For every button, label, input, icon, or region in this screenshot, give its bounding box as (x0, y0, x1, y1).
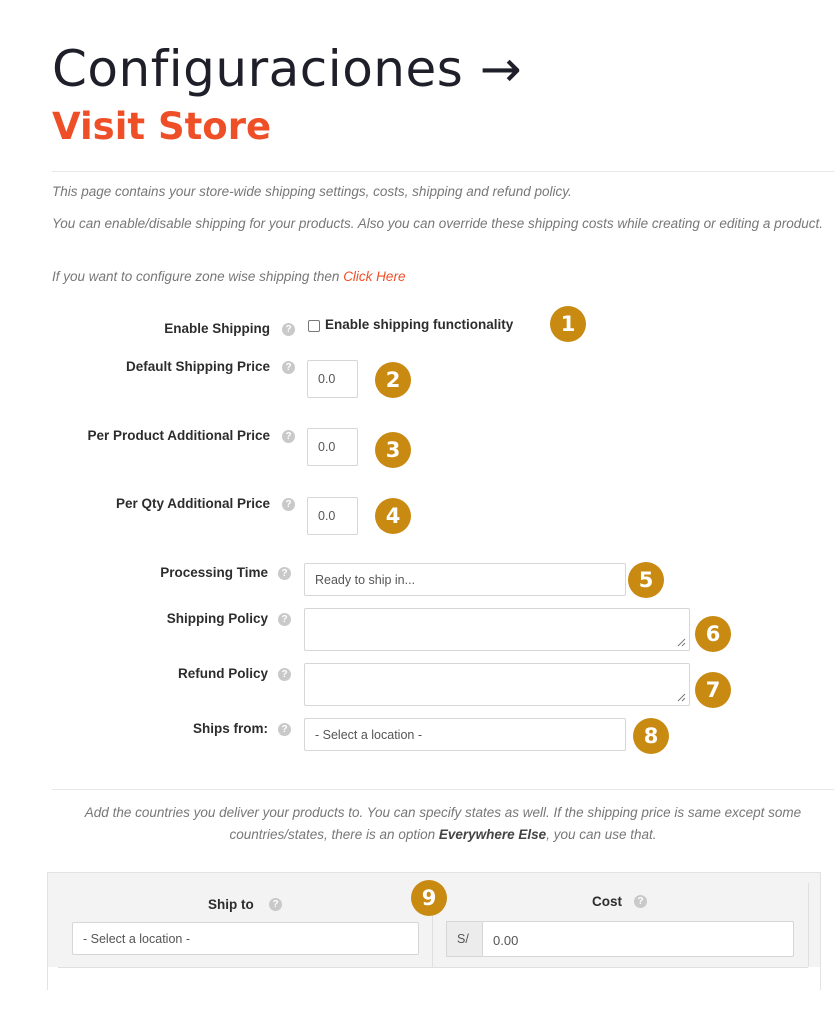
callout-badge-6: 6 (695, 616, 731, 652)
refund-policy-label: Refund Policy (177, 666, 268, 681)
processing-time-label: Processing Time (160, 565, 268, 580)
callout-badge-8: 8 (633, 718, 669, 754)
help-icon[interactable]: ? (278, 613, 291, 626)
help-icon[interactable]: ? (282, 498, 295, 511)
processing-time-input[interactable]: Ready to ship in... (304, 563, 626, 596)
divider (52, 789, 834, 790)
intro-line-3-text: If you want to configure zone wise shipp… (52, 269, 344, 284)
callout-badge-9: 9 (411, 880, 447, 916)
help-icon[interactable]: ? (278, 668, 291, 681)
currency-addon: S/ (446, 921, 482, 957)
help-icon[interactable]: ? (634, 895, 647, 908)
processing-time-placeholder: Ready to ship in... (315, 573, 416, 587)
note-text-2: , you can use that. (546, 827, 657, 842)
ships-from-select[interactable]: - Select a location - (304, 718, 626, 751)
shipping-countries-note: Add the countries you deliver your produ… (52, 802, 834, 846)
per-product-price-value: 0.0 (318, 440, 336, 454)
shipping-policy-label: Shipping Policy (166, 611, 268, 626)
help-icon[interactable]: ? (269, 898, 282, 911)
resize-handle-icon[interactable] (676, 692, 686, 702)
refund-policy-textarea[interactable] (304, 663, 690, 706)
shipping-policy-textarea[interactable] (304, 608, 690, 651)
cost-value: 0.00 (493, 933, 519, 948)
callout-badge-2: 2 (375, 362, 411, 398)
ship-to-select[interactable]: - Select a location - (72, 922, 419, 955)
arrow-right-icon: → (479, 40, 523, 98)
enable-shipping-checkbox-label[interactable]: Enable shipping functionality (325, 317, 513, 332)
ships-from-label: Ships from: (192, 721, 268, 736)
callout-badge-3: 3 (375, 432, 411, 468)
note-emphasis: Everywhere Else (438, 827, 547, 842)
callout-badge-4: 4 (375, 498, 411, 534)
default-shipping-price-input[interactable]: 0.0 (307, 360, 358, 398)
help-icon[interactable]: ? (282, 323, 295, 336)
per-product-price-input[interactable]: 0.0 (307, 428, 358, 466)
intro-line-1: This page contains your store-wide shipp… (52, 184, 572, 199)
help-icon[interactable]: ? (278, 567, 291, 580)
help-icon[interactable]: ? (282, 430, 295, 443)
ship-to-value: - Select a location - (83, 932, 190, 946)
resize-handle-icon[interactable] (676, 637, 686, 647)
per-qty-price-input[interactable]: 0.0 (307, 497, 358, 535)
callout-badge-1: 1 (550, 306, 586, 342)
column-divider (808, 883, 809, 967)
enable-shipping-label: Enable Shipping (164, 321, 270, 336)
table-footer (48, 967, 820, 991)
per-qty-price-label: Per Qty Additional Price (115, 496, 270, 511)
callout-badge-7: 7 (695, 672, 731, 708)
help-icon[interactable]: ? (278, 723, 291, 736)
page-title: Configuraciones → (52, 40, 522, 98)
per-product-price-label: Per Product Additional Price (87, 428, 270, 443)
visit-store-link[interactable]: Visit Store (52, 105, 271, 148)
cost-header: Cost (592, 894, 622, 909)
default-shipping-price-label: Default Shipping Price (125, 359, 270, 374)
divider (52, 171, 834, 172)
intro-line-2: You can enable/disable shipping for your… (52, 216, 823, 231)
currency-symbol: S/ (457, 932, 469, 946)
zone-shipping-link[interactable]: Click Here (343, 269, 405, 284)
intro-line-3: If you want to configure zone wise shipp… (52, 266, 832, 288)
page-title-text: Configuraciones (52, 40, 464, 98)
callout-badge-5: 5 (628, 562, 664, 598)
cost-input[interactable]: 0.00 (482, 921, 794, 957)
per-qty-price-value: 0.0 (318, 509, 336, 523)
help-icon[interactable]: ? (282, 361, 295, 374)
row-divider (58, 967, 808, 968)
ship-to-header: Ship to (208, 897, 254, 912)
ships-from-value: - Select a location - (315, 728, 422, 742)
enable-shipping-checkbox[interactable] (308, 320, 320, 332)
default-shipping-price-value: 0.0 (318, 372, 336, 386)
